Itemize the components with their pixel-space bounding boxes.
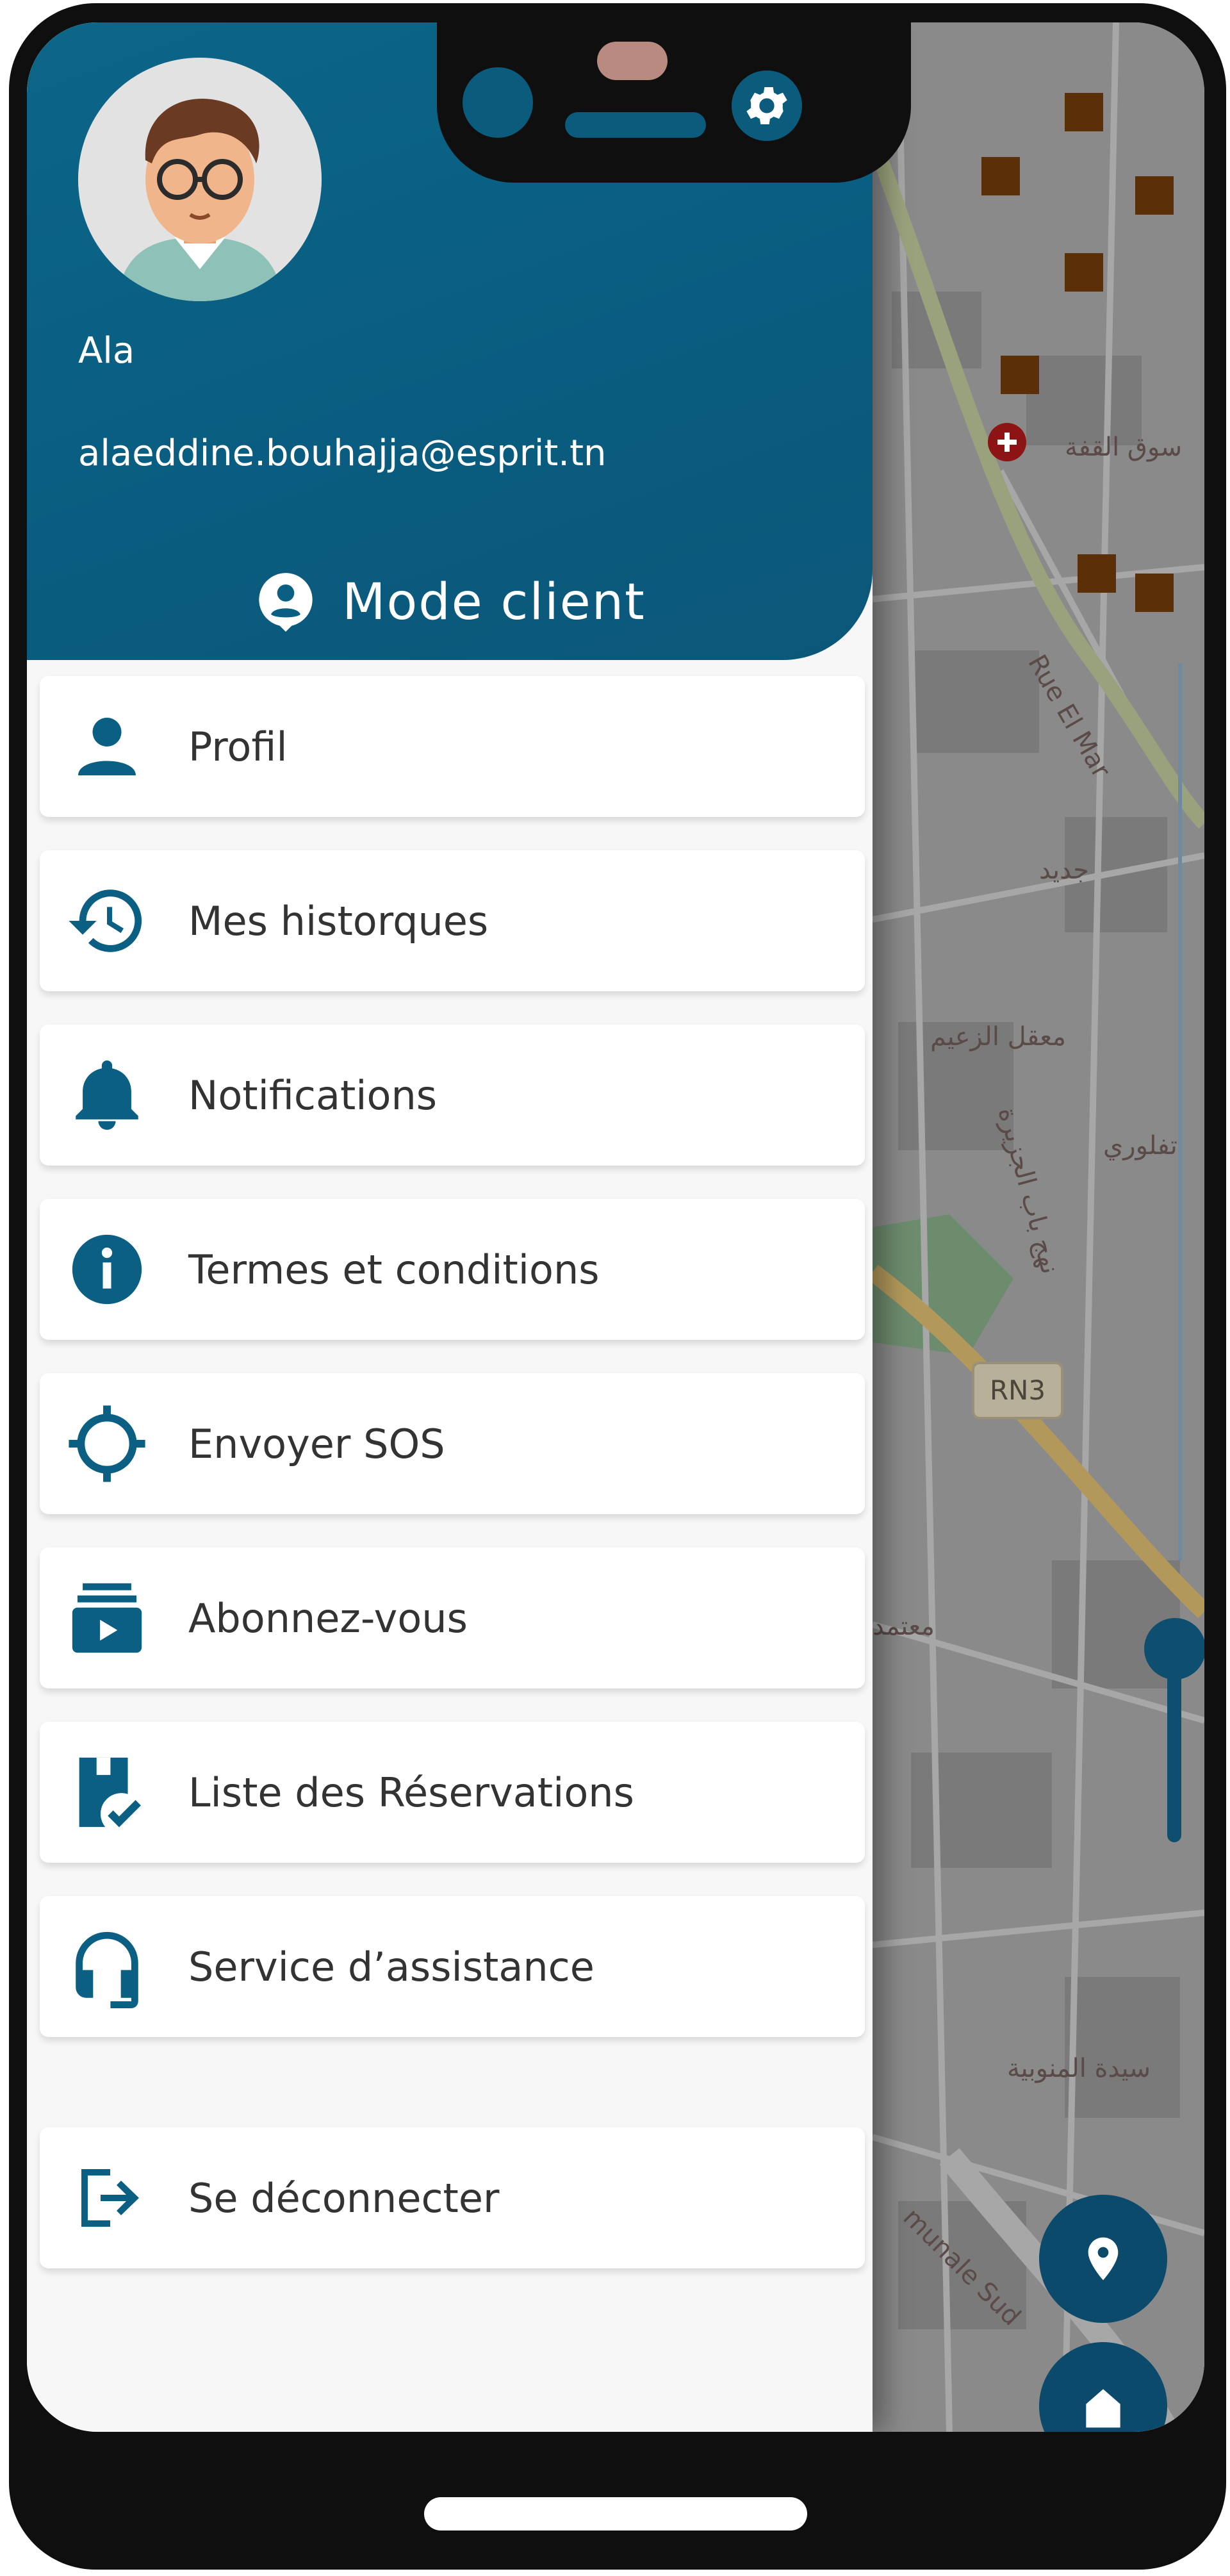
menu-item-assistance[interactable]: Service d’assistance [40,1896,865,2037]
menu-item-logout[interactable]: Se déconnecter [40,2127,865,2268]
mode-label: Mode client [342,574,646,631]
menu-item-label: Envoyer SOS [188,1420,445,1467]
menu-item-profil[interactable]: Profil [40,676,865,817]
info-icon [65,1228,149,1311]
map-label: معقل الزعيم [930,1022,1066,1052]
menu-item-termes[interactable]: Termes et conditions [40,1199,865,1340]
menu-item-notifications[interactable]: Notifications [40,1025,865,1166]
map-view[interactable]: سوق القفة Rue El Mar معقل الزعيم نهج باب… [873,22,1204,2432]
menu-item-reservations[interactable]: Liste des Réservations [40,1722,865,1863]
menu-item-abonnez[interactable]: Abonnez-vous [40,1548,865,1688]
screen: سوق القفة Rue El Mar معقل الزعيم نهج باب… [27,22,1204,2432]
menu-item-label: Mes historques [188,897,489,945]
sensor-bar [565,112,706,138]
navigation-drawer: Ala alaeddine.bouhajja@esprit.tn Mode cl… [27,22,873,2432]
person-icon [65,705,149,788]
user-avatar-illustration [78,58,322,301]
headset-icon [65,1925,149,2008]
road-badge: RN3 [972,1362,1063,1419]
settings-button[interactable] [732,70,802,141]
crosshair-icon [65,1402,149,1485]
avatar [78,58,322,301]
bell-icon [65,1053,149,1137]
mode-switch-button[interactable]: Mode client [27,554,873,650]
menu-item-label: Termes et conditions [188,1246,600,1293]
front-camera [463,67,533,138]
menu-item-label: Se déconnecter [188,2174,500,2222]
location-fab-button[interactable] [1039,2195,1167,2323]
subscriptions-icon [65,1576,149,1660]
zoom-slider-handle[interactable] [1144,1618,1204,1680]
menu-item-sos[interactable]: Envoyer SOS [40,1373,865,1514]
account-pin-icon [259,573,313,632]
gear-icon [746,87,787,124]
history-icon [65,879,149,962]
camera-notch [437,22,911,183]
map-label: سوق القفة [1065,433,1183,462]
menu-item-label: Profil [188,723,288,770]
logout-icon [65,2156,149,2240]
map-label: تفلوري [1103,1131,1177,1160]
reservation-list-icon [65,1751,149,1834]
menu-item-label: Abonnez-vous [188,1594,468,1642]
phone-frame: سوق القفة Rue El Mar معقل الزعيم نهج باب… [9,3,1226,2570]
home-icon [1086,2389,1120,2428]
map-label: جديد [1039,855,1089,885]
user-email: alaeddine.bouhajja@esprit.tn [78,433,607,474]
menu-item-historiques[interactable]: Mes historques [40,850,865,991]
location-pin-icon [1088,2237,1119,2281]
map-label: معتمد [873,1612,935,1641]
menu-item-label: Notifications [188,1071,438,1119]
menu-item-label: Service d’assistance [188,1943,594,1990]
user-name: Ala [78,330,135,372]
home-indicator[interactable] [424,2497,807,2531]
speaker-grille [597,42,668,80]
map-label: سيدة المنوبية [1007,2054,1151,2083]
menu-item-label: Liste des Réservations [188,1769,634,1816]
